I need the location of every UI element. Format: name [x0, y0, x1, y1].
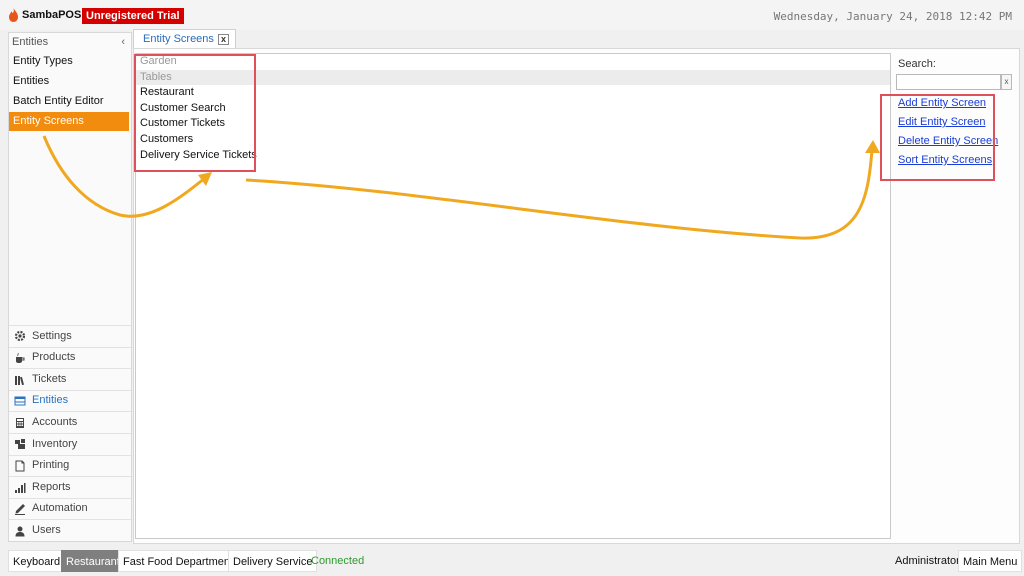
section-label: Reports — [32, 480, 71, 493]
document-icon — [15, 460, 25, 472]
app-name: SambaPOS — [22, 9, 82, 21]
section-reports[interactable]: Reports — [9, 476, 131, 498]
nav-item-batch-entity-editor[interactable]: Batch Entity Editor — [9, 92, 131, 111]
boxes-icon — [15, 439, 25, 450]
section-tickets[interactable]: Tickets — [9, 368, 131, 390]
section-label: Users — [32, 523, 61, 536]
section-label: Inventory — [32, 437, 78, 450]
status-bar: Keyboard Restaurant Fast Food Department… — [0, 547, 1024, 576]
status-delivery-service-button[interactable]: Delivery Service — [228, 550, 318, 572]
section-label: Entities — [32, 394, 69, 407]
table-icon — [14, 396, 26, 406]
nav-header: Entities ‹ — [9, 33, 131, 51]
flame-icon — [9, 8, 18, 22]
close-icon[interactable]: x — [218, 34, 229, 45]
left-navigation: Entities ‹ Entity Types Entities Batch E… — [8, 32, 132, 542]
user-icon — [15, 526, 25, 537]
current-user: Administrator — [895, 555, 960, 567]
section-label: Printing — [32, 459, 70, 472]
section-printing[interactable]: Printing — [9, 454, 131, 477]
tab-label: Entity Screens — [143, 33, 214, 45]
section-entities[interactable]: Entities — [9, 389, 131, 412]
gear-icon — [14, 331, 26, 342]
nav-item-entity-screens[interactable]: Entity Screens — [9, 112, 129, 131]
clear-search-icon[interactable]: x — [1001, 74, 1012, 90]
title-bar: SambaPOS Unregistered Trial Wednesday, J… — [0, 0, 1024, 30]
bar-chart-icon — [15, 482, 26, 493]
calculator-icon — [16, 417, 24, 428]
trial-badge: Unregistered Trial — [82, 8, 184, 24]
tab-entity-screens[interactable]: Entity Screens x — [133, 29, 236, 49]
section-products[interactable]: Products — [9, 346, 131, 369]
section-label: Accounts — [32, 415, 78, 428]
section-list: Settings Products Tickets Entities Accou… — [9, 325, 131, 541]
status-fast-food-button[interactable]: Fast Food Department — [118, 550, 239, 572]
pen-icon — [15, 504, 25, 516]
collapse-icon[interactable]: ‹ — [121, 33, 125, 51]
main-menu-button[interactable]: Main Menu — [958, 550, 1023, 572]
section-label: Settings — [32, 329, 72, 342]
nav-item-entities[interactable]: Entities — [9, 72, 131, 91]
books-icon — [15, 375, 25, 385]
status-restaurant-button[interactable]: Restaurant — [61, 550, 125, 572]
nav-item-entity-types[interactable]: Entity Types — [9, 52, 131, 71]
app-logo: SambaPOS — [8, 8, 81, 22]
search-label: Search: — [898, 58, 936, 70]
section-inventory[interactable]: Inventory — [9, 433, 131, 455]
section-label: Tickets — [32, 372, 67, 385]
section-accounts[interactable]: Accounts — [9, 411, 131, 433]
nav-header-title: Entities — [12, 36, 49, 48]
datetime-display: Wednesday, January 24, 2018 12:42 PM — [773, 10, 1012, 23]
section-automation[interactable]: Automation — [9, 497, 131, 520]
section-label: Products — [32, 351, 76, 364]
section-settings[interactable]: Settings — [9, 325, 131, 347]
section-users[interactable]: Users — [9, 519, 131, 541]
status-keyboard-button[interactable]: Keyboard — [8, 550, 66, 572]
connection-status: Connected — [311, 555, 365, 567]
section-label: Automation — [32, 502, 88, 515]
coffee-cup-icon — [16, 352, 25, 363]
annotation-box-actions — [880, 94, 995, 181]
annotation-box-list — [134, 54, 256, 172]
search-input[interactable] — [896, 74, 1001, 90]
